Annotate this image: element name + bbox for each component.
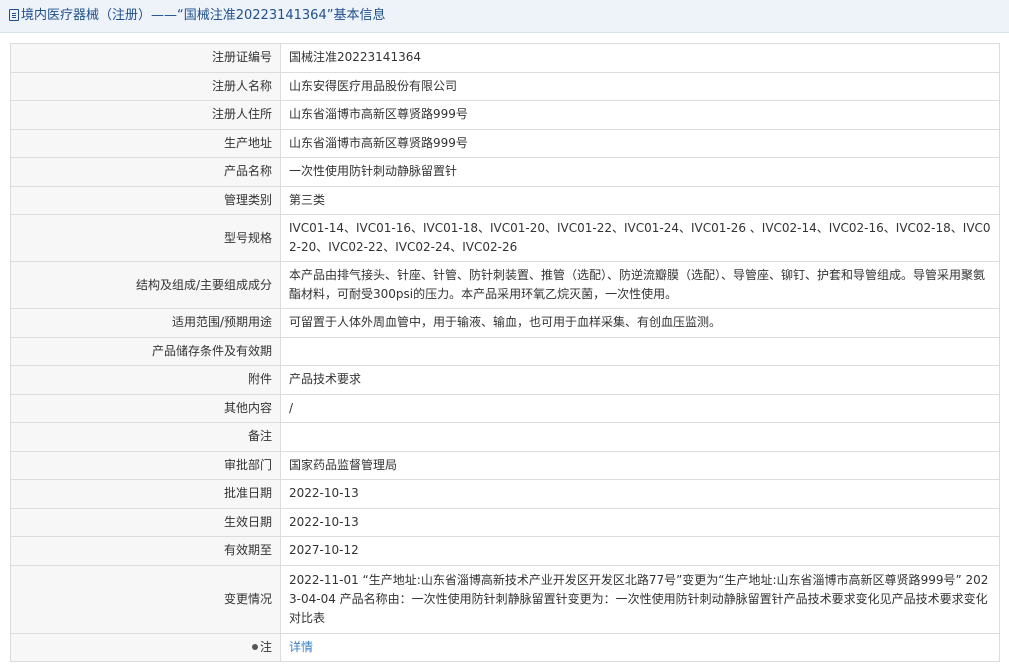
info-table: 注册证编号 国械注准20223141364 注册人名称 山东安得医疗用品股份有限…	[10, 43, 1000, 662]
row-value: IVC01-14、IVC01-16、IVC01-18、IVC01-20、IVC0…	[280, 214, 1000, 262]
row-label: 有效期至	[10, 536, 281, 566]
row-label: 管理类别	[10, 185, 281, 215]
row-value: 山东省淄博市高新区尊贤路999号	[280, 128, 1000, 158]
bullet-icon	[251, 643, 258, 650]
info-table-container: 注册证编号 国械注准20223141364 注册人名称 山东安得医疗用品股份有限…	[10, 43, 1000, 662]
row-label: 生效日期	[10, 507, 281, 537]
row-value	[280, 422, 1000, 452]
row-value: 本产品由排气接头、针座、针管、防针刺装置、推管（选配）、防逆流瓣膜（选配）、导管…	[280, 261, 1000, 309]
row-value: 山东省淄博市高新区尊贤路999号	[280, 100, 1000, 130]
page-title: 境内医疗器械（注册）——“国械注准20223141364”基本信息	[21, 8, 386, 23]
table-row: 适用范围/预期用途 可留置于人体外周血管中，用于输液、输血，也可用于血样采集、有…	[10, 308, 1000, 338]
row-label: 型号规格	[10, 214, 281, 262]
row-value: 国械注准20223141364	[280, 43, 1000, 73]
row-value: 2022-10-13	[280, 479, 1000, 509]
note-row: 注 详情	[10, 632, 1000, 662]
row-label: 备注	[10, 422, 281, 452]
row-label: 审批部门	[10, 450, 281, 480]
note-label-cell: 注	[10, 632, 281, 662]
row-label: 其他内容	[10, 393, 281, 423]
row-value: 山东安得医疗用品股份有限公司	[280, 71, 1000, 101]
row-value: 第三类	[280, 185, 1000, 215]
row-label: 适用范围/预期用途	[10, 308, 281, 338]
document-icon	[9, 9, 19, 21]
row-label: 注册人住所	[10, 100, 281, 130]
row-value	[280, 336, 1000, 366]
row-value: 一次性使用防针刺动静脉留置针	[280, 157, 1000, 187]
row-value: 2022-11-01 “生产地址:山东省淄博高新技术产业开发区开发区北路77号”…	[280, 564, 1000, 634]
row-value: 可留置于人体外周血管中，用于输液、输血，也可用于血样采集、有创血压监测。	[280, 308, 1000, 338]
table-row: 管理类别 第三类	[10, 185, 1000, 215]
row-label: 产品储存条件及有效期	[10, 336, 281, 366]
row-value: 产品技术要求	[280, 365, 1000, 395]
note-label: 注	[259, 639, 272, 654]
note-value-cell: 详情	[280, 632, 1000, 662]
row-value: /	[280, 393, 1000, 423]
table-row: 产品名称 一次性使用防针刺动静脉留置针	[10, 157, 1000, 187]
table-row: 注册证编号 国械注准20223141364	[10, 43, 1000, 73]
row-label: 附件	[10, 365, 281, 395]
row-value: 2022-10-13	[280, 507, 1000, 537]
table-row: 结构及组成/主要组成成分 本产品由排气接头、针座、针管、防针刺装置、推管（选配）…	[10, 261, 1000, 309]
table-row: 附件 产品技术要求	[10, 365, 1000, 395]
table-row: 变更情况 2022-11-01 “生产地址:山东省淄博高新技术产业开发区开发区北…	[10, 564, 1000, 634]
row-label: 变更情况	[10, 564, 281, 634]
row-label: 批准日期	[10, 479, 281, 509]
table-row: 有效期至 2027-10-12	[10, 536, 1000, 566]
row-label: 注册证编号	[10, 43, 281, 73]
row-value: 国家药品监督管理局	[280, 450, 1000, 480]
table-row: 注册人住所 山东省淄博市高新区尊贤路999号	[10, 100, 1000, 130]
table-row: 型号规格 IVC01-14、IVC01-16、IVC01-18、IVC01-20…	[10, 214, 1000, 262]
row-label: 产品名称	[10, 157, 281, 187]
table-row: 生产地址 山东省淄博市高新区尊贤路999号	[10, 128, 1000, 158]
table-row: 批准日期 2022-10-13	[10, 479, 1000, 509]
page-header: 境内医疗器械（注册）——“国械注准20223141364”基本信息	[0, 0, 1009, 33]
table-row: 注册人名称 山东安得医疗用品股份有限公司	[10, 71, 1000, 101]
details-link[interactable]: 详情	[289, 640, 313, 654]
row-value: 2027-10-12	[280, 536, 1000, 566]
table-row: 生效日期 2022-10-13	[10, 507, 1000, 537]
table-row: 审批部门 国家药品监督管理局	[10, 450, 1000, 480]
row-label: 结构及组成/主要组成成分	[10, 261, 281, 309]
table-row: 其他内容 /	[10, 393, 1000, 423]
table-row: 产品储存条件及有效期	[10, 336, 1000, 366]
row-label: 生产地址	[10, 128, 281, 158]
row-label: 注册人名称	[10, 71, 281, 101]
table-row: 备注	[10, 422, 1000, 452]
